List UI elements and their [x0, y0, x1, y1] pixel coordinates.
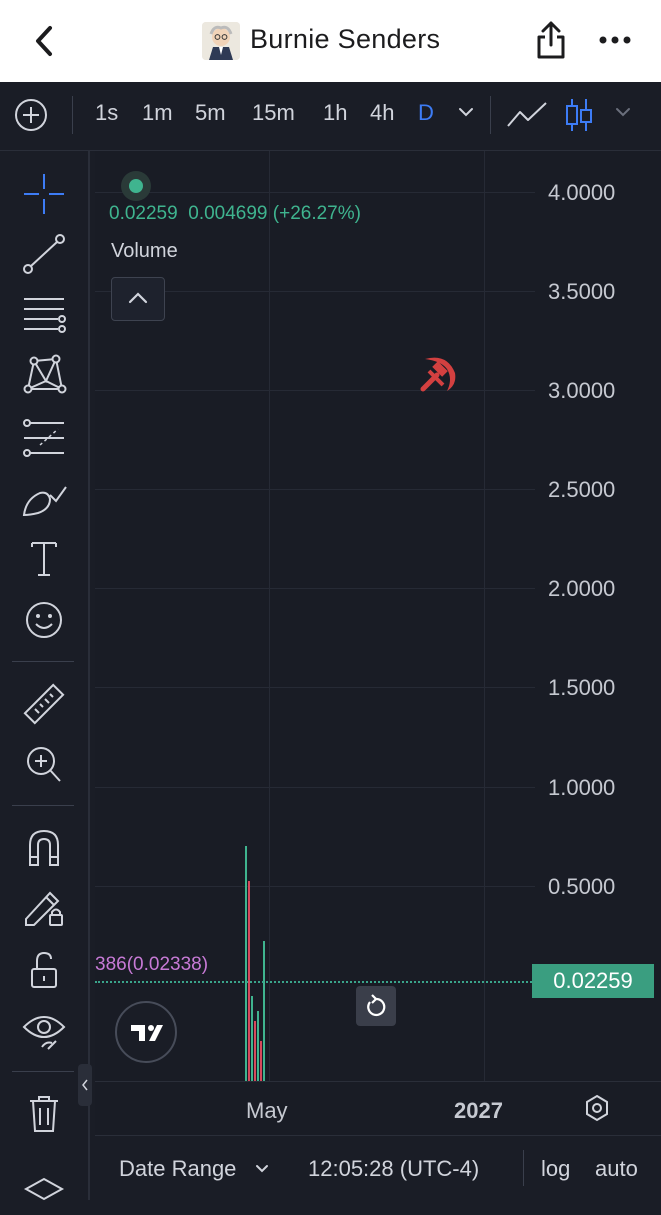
timeframe-5m[interactable]: 5m — [195, 100, 226, 126]
trend-line-icon[interactable] — [20, 231, 68, 277]
grid-line — [95, 390, 535, 391]
timeframe-1h[interactable]: 1h — [323, 100, 347, 126]
y-axis-label: 4.0000 — [548, 180, 616, 205]
page-title: Burnie Senders — [250, 24, 441, 54]
date-range-chevron-down-icon[interactable] — [253, 1163, 271, 1175]
ruler-icon[interactable] — [20, 681, 68, 727]
more-icon[interactable] — [598, 32, 632, 48]
volume-label: Volume — [111, 240, 178, 262]
lock-pencil-icon[interactable] — [20, 885, 68, 931]
y-axis-label: 2.5000 — [548, 477, 616, 502]
toolbar-divider — [12, 661, 74, 662]
projection-icon[interactable] — [20, 415, 68, 461]
current-price-line — [95, 981, 535, 983]
timeframe-15m[interactable]: 15m — [252, 100, 295, 126]
log-scale-toggle[interactable]: log — [541, 1156, 570, 1182]
emoji-icon[interactable] — [20, 597, 68, 643]
y-axis-label: 3.0000 — [548, 378, 616, 403]
grid-line — [95, 489, 535, 490]
grid-line — [95, 192, 535, 193]
fib-icon[interactable] — [20, 291, 68, 337]
trash-icon[interactable] — [20, 1091, 68, 1137]
eye-icon[interactable] — [20, 1007, 68, 1053]
app-header: Burnie Senders — [0, 0, 661, 82]
date-range-button[interactable]: Date Range — [119, 1156, 236, 1182]
clock-timezone[interactable]: 12:05:28 (UTC-4) — [308, 1156, 479, 1182]
toolbar-divider — [490, 96, 491, 134]
volume-bar — [257, 1011, 259, 1081]
chart-toolbar: 1s 1m 5m 15m 1h 4h D — [0, 82, 661, 151]
zoom-in-icon[interactable] — [20, 741, 68, 787]
collapse-toolbar-button[interactable] — [78, 1064, 92, 1106]
grid-line — [95, 588, 535, 589]
volume-bar — [254, 1021, 256, 1081]
volume-bar — [263, 941, 265, 1081]
price-chart[interactable]: 4.0000 3.5000 3.0000 2.5000 2.0000 1.500… — [95, 151, 661, 1081]
timeframe-4h[interactable]: 4h — [370, 100, 394, 126]
volume-bar — [251, 996, 253, 1081]
share-icon[interactable] — [534, 20, 568, 60]
grid-line — [95, 886, 535, 887]
unlock-icon[interactable] — [20, 947, 68, 993]
toolbar-divider — [72, 96, 73, 134]
legend-price: 0.02259 — [109, 203, 178, 224]
candlestick-icon[interactable] — [564, 96, 594, 134]
collapse-legend-button[interactable] — [111, 277, 165, 321]
toolbar-divider — [12, 1071, 74, 1072]
pattern-icon[interactable] — [20, 351, 68, 397]
drawing-toolbar — [0, 151, 90, 1201]
settings-icon[interactable] — [583, 1094, 611, 1122]
status-dot-icon[interactable] — [121, 171, 151, 201]
hammer-sickle-icon — [417, 349, 461, 395]
bottom-bar: Date Range 12:05:28 (UTC-4) log auto — [95, 1135, 661, 1201]
y-axis-label: 1.0000 — [548, 775, 616, 800]
y-axis-label: 2.0000 — [548, 576, 616, 601]
timeframe-chevron-down-icon[interactable] — [457, 106, 475, 118]
text-icon[interactable] — [20, 535, 68, 581]
x-axis-label: 2027 — [454, 1098, 503, 1123]
x-axis-label: May — [246, 1098, 288, 1123]
reset-chart-button[interactable] — [356, 986, 396, 1026]
volume-bar — [260, 1041, 262, 1081]
y-axis-label: 0.5000 — [548, 874, 616, 899]
ohlc-legend: 0.02259 0.004699 (+26.27%) — [109, 203, 361, 225]
back-icon[interactable] — [30, 24, 60, 58]
add-indicator-icon[interactable] — [14, 98, 48, 132]
layers-icon[interactable] — [20, 1169, 68, 1215]
chart-type-chevron-down-icon[interactable] — [614, 106, 632, 118]
toolbar-divider — [12, 805, 74, 806]
overlapping-price-label: 386(0.02338) — [95, 954, 209, 975]
volume-bar — [245, 846, 247, 1081]
current-price-tag: 0.02259 — [532, 964, 654, 998]
magnet-icon[interactable] — [20, 825, 68, 871]
y-axis-label: 1.5000 — [548, 675, 616, 700]
bottom-divider — [523, 1150, 524, 1186]
grid-line — [95, 787, 535, 788]
tradingview-logo-icon[interactable] — [115, 1001, 177, 1063]
timeframe-1m[interactable]: 1m — [142, 100, 173, 126]
auto-scale-toggle[interactable]: auto — [595, 1156, 638, 1182]
token-avatar — [202, 22, 240, 60]
crosshair-icon[interactable] — [20, 171, 68, 217]
brush-icon[interactable] — [20, 475, 68, 521]
timeframe-1s[interactable]: 1s — [95, 100, 118, 126]
line-chart-icon[interactable] — [506, 100, 548, 130]
timeframe-d[interactable]: D — [418, 100, 434, 126]
y-axis-label: 3.5000 — [548, 279, 616, 304]
legend-change: 0.004699 — [188, 203, 268, 224]
legend-change-pct: (+26.27%) — [272, 203, 361, 224]
grid-line — [95, 687, 535, 688]
x-axis: May 2027 — [95, 1081, 661, 1136]
